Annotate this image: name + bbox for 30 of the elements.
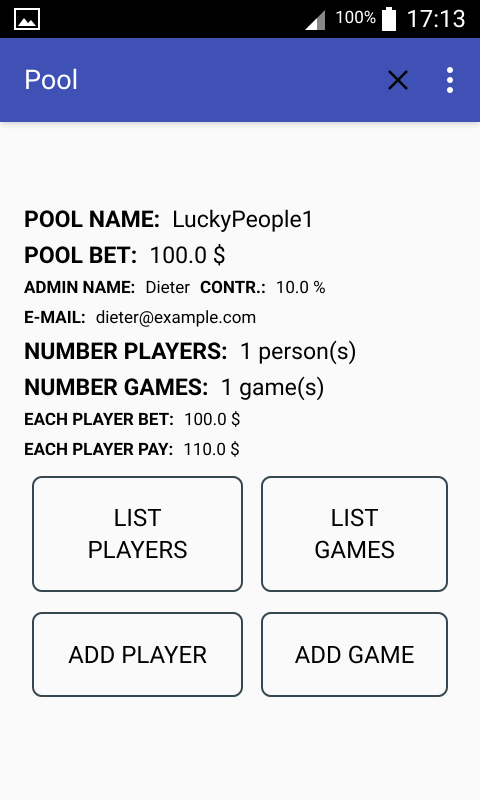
info-value: 100.0 $ — [184, 409, 240, 432]
info-label: CONTR.: — [200, 277, 266, 300]
action-button[interactable]: ADD PLAYER — [32, 612, 243, 697]
action-button[interactable]: LIST GAMES — [261, 476, 448, 592]
info-value: 10.0 % — [276, 277, 326, 300]
info-label: NUMBER PLAYERS: — [24, 336, 228, 367]
info-label: EACH PLAYER BET: — [24, 409, 174, 432]
info-label: POOL NAME: — [24, 204, 160, 235]
info-label: E-MAIL: — [24, 307, 86, 330]
info-label: ADMIN NAME: — [24, 277, 136, 300]
info-value: Dieter — [145, 277, 190, 300]
battery-percent: 100% — [335, 7, 376, 30]
info-value: 110.0 $ — [183, 439, 240, 462]
info-value: 1 person(s) — [240, 336, 357, 367]
info-label: NUMBER GAMES: — [24, 372, 208, 403]
close-icon — [387, 69, 409, 91]
more-vertical-icon — [447, 67, 453, 93]
info-label: EACH PLAYER PAY: — [24, 439, 174, 462]
image-icon — [14, 8, 40, 30]
info-label: POOL BET: — [24, 240, 138, 271]
action-button[interactable]: LIST PLAYERS — [32, 476, 243, 592]
info-value: 100.0 $ — [149, 240, 226, 271]
clock-time: 17:13 — [406, 4, 466, 35]
signal-icon — [303, 8, 328, 30]
action-button[interactable]: ADD GAME — [261, 612, 448, 697]
battery-icon — [382, 7, 396, 31]
app-title: Pool — [24, 62, 80, 98]
info-value: 1 game(s) — [220, 372, 325, 403]
info-value: dieter@example.com — [96, 307, 256, 330]
info-value: LuckyPeople1 — [172, 204, 315, 235]
